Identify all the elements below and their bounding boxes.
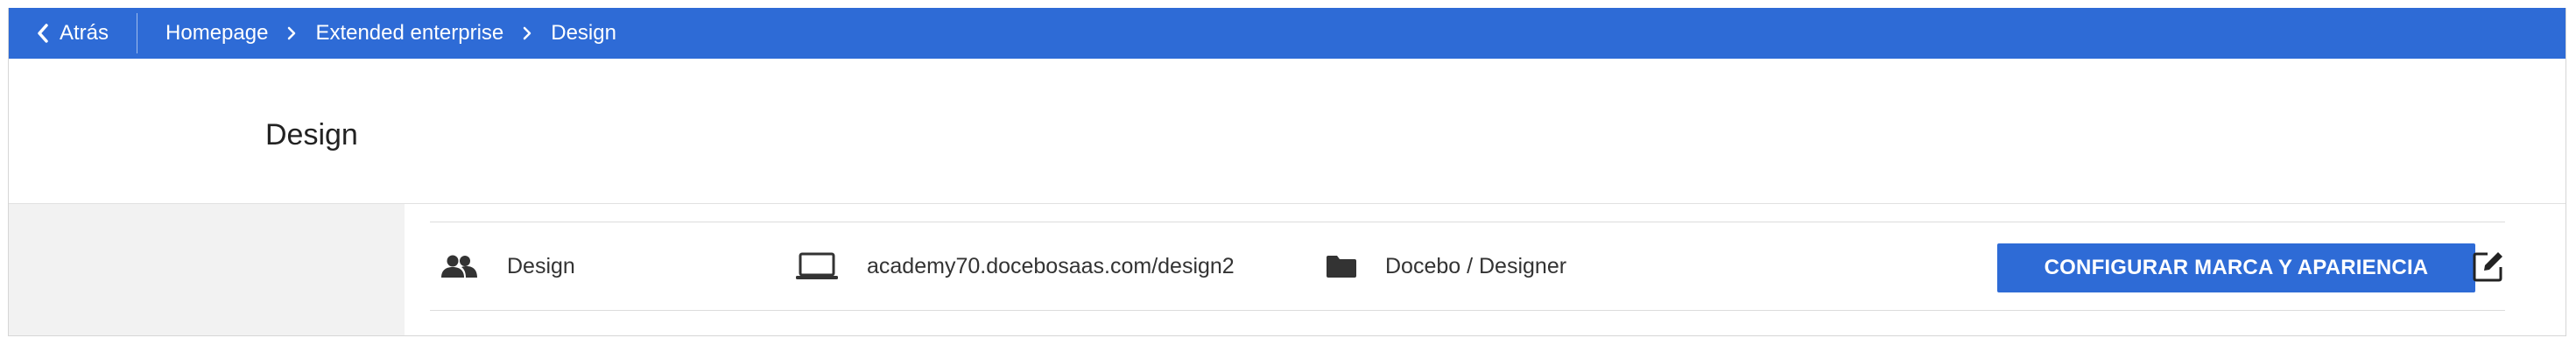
top-navigation-bar: Atrás Homepage Extended enterprise Desig… (9, 8, 2565, 59)
page-header: Design (9, 59, 2565, 204)
chevron-right-icon (287, 26, 296, 40)
left-pane (9, 204, 405, 335)
domain-url: academy70.docebosaas.com/design2 (867, 253, 1235, 278)
folder-path: Docebo / Designer (1385, 253, 1567, 278)
folder-icon (1327, 256, 1356, 278)
domain-row: Design academy70.docebosaas.com/design2 … (430, 222, 2505, 311)
chevron-right-icon (523, 26, 531, 40)
breadcrumb-current: Design (551, 21, 616, 45)
laptop-icon (796, 252, 838, 279)
configure-branding-button[interactable]: CONFIGURAR MARCA Y APARIENCIA (1997, 243, 2475, 292)
page-title: Design (265, 118, 358, 151)
group-cell: Design (440, 222, 575, 310)
breadcrumb-extended-enterprise[interactable]: Extended enterprise (315, 21, 503, 46)
edit-icon (2473, 252, 2502, 282)
breadcrumb: Homepage Extended enterprise Design (165, 21, 616, 46)
content-area: Design academy70.docebosaas.com/design2 … (9, 204, 2565, 335)
users-icon (441, 255, 477, 278)
url-cell: academy70.docebosaas.com/design2 (795, 222, 1235, 310)
group-name: Design (507, 253, 575, 278)
folder-cell: Docebo / Designer (1326, 222, 1566, 310)
edit-button[interactable] (2471, 249, 2506, 284)
chevron-left-icon (38, 24, 48, 43)
back-button[interactable]: Atrás (9, 13, 138, 53)
breadcrumb-homepage[interactable]: Homepage (165, 21, 268, 46)
app-frame: Atrás Homepage Extended enterprise Desig… (8, 8, 2566, 336)
back-label: Atrás (60, 21, 109, 45)
